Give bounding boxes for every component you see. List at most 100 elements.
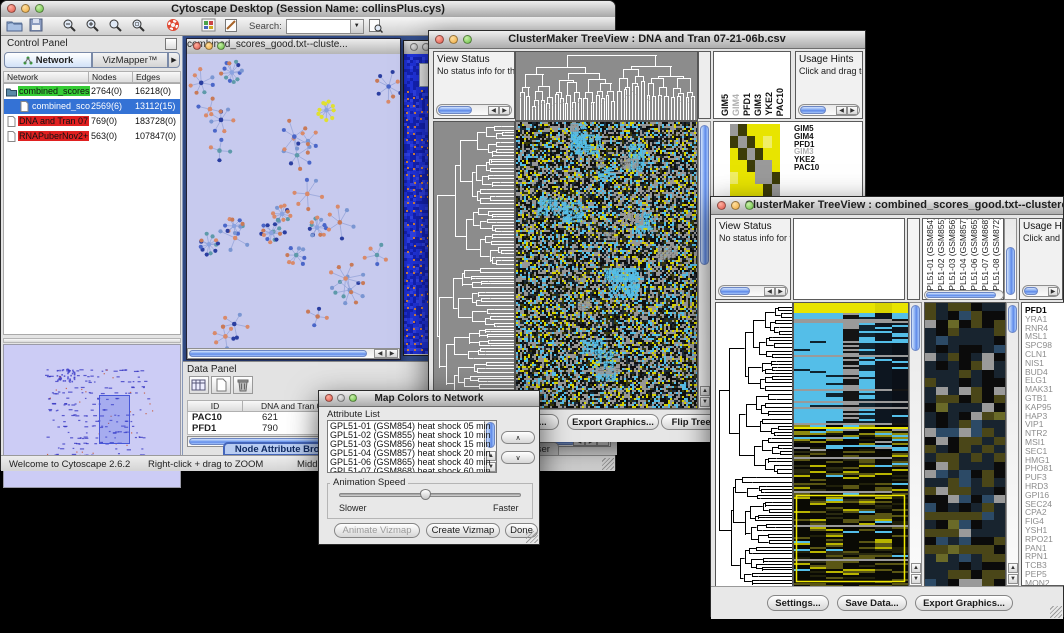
scroll-left-icon[interactable]: ◀ bbox=[836, 106, 847, 115]
attribute-list[interactable]: ▲ ▼ GPL51-01 (GSM854) heat shock 05 minG… bbox=[327, 420, 497, 473]
help-lifesaver-icon[interactable] bbox=[166, 18, 185, 34]
create-vizmap-button[interactable]: Create Vizmap bbox=[426, 523, 500, 538]
resize-grip[interactable] bbox=[526, 531, 538, 543]
column-label[interactable]: GPL51-07 (GSM868) bbox=[980, 218, 990, 297]
network-list-item[interactable]: combined_sco2569(6)13112(15) bbox=[4, 99, 180, 114]
panel-splitter[interactable] bbox=[3, 338, 181, 343]
usage-hints-hscrollbar[interactable]: ▶ bbox=[1022, 285, 1060, 297]
zoom-button[interactable] bbox=[35, 4, 44, 13]
close-button[interactable] bbox=[435, 35, 444, 44]
scroll-right-icon[interactable]: ▶ bbox=[1048, 287, 1058, 296]
network-list-item[interactable]: combined_scores2764(0)16218(0) bbox=[4, 84, 180, 99]
tv2-heatmap[interactable] bbox=[793, 302, 909, 588]
close-button[interactable] bbox=[717, 201, 726, 210]
move-up-button[interactable]: ∧ bbox=[501, 431, 535, 444]
minimize-button[interactable] bbox=[449, 35, 458, 44]
network-hscrollbar[interactable]: ◀ ▶ bbox=[187, 348, 400, 359]
new-attribute-button[interactable] bbox=[211, 376, 231, 394]
tv1-row-dendrogram[interactable] bbox=[433, 121, 515, 409]
scrollbar-thumb[interactable] bbox=[700, 125, 709, 265]
column-label[interactable]: GPL51-02 (GSM855) bbox=[936, 218, 946, 297]
delete-attribute-button[interactable] bbox=[233, 376, 253, 394]
zoom-out-icon[interactable] bbox=[62, 18, 81, 34]
scroll-right-icon[interactable]: ▶ bbox=[386, 349, 398, 358]
scroll-right-icon[interactable]: ▶ bbox=[499, 106, 510, 115]
minimize-button[interactable] bbox=[205, 42, 213, 50]
tv2-zoom-hscrollbar[interactable] bbox=[924, 290, 1004, 300]
scroll-down-icon[interactable]: ▼ bbox=[911, 574, 921, 584]
search-input[interactable]: ▼ bbox=[286, 19, 364, 34]
tv1-heatmap[interactable] bbox=[515, 121, 698, 409]
advanced-search-icon[interactable] bbox=[368, 18, 387, 34]
tv2-button-settings[interactable]: Settings... bbox=[767, 595, 829, 611]
tv1-titlebar[interactable]: ClusterMaker TreeView : DNA and Tran 07-… bbox=[429, 31, 865, 49]
dialog-titlebar[interactable]: Map Colors to Network bbox=[319, 391, 539, 407]
column-label[interactable]: GPL51-03 (GSM856) bbox=[947, 218, 957, 297]
close-button[interactable] bbox=[410, 43, 418, 51]
column-label[interactable]: GPL51-06 (GSM865) bbox=[969, 218, 979, 297]
tv2-main-vscrollbar[interactable]: ▲ ▼ bbox=[909, 302, 922, 586]
column-label[interactable]: GPL51-01 (GSM854) bbox=[925, 218, 935, 297]
close-button[interactable] bbox=[193, 42, 201, 50]
edit-document-icon[interactable] bbox=[224, 18, 243, 34]
zoom-selected-icon[interactable] bbox=[131, 18, 150, 34]
zoom-button[interactable] bbox=[745, 201, 754, 210]
minimize-button[interactable] bbox=[21, 4, 30, 13]
annotation-palette-icon[interactable] bbox=[201, 18, 220, 34]
gene-label[interactable]: PAC10 bbox=[794, 163, 819, 172]
close-button[interactable] bbox=[325, 394, 333, 402]
tv2-button-export-graphics[interactable]: Export Graphics... bbox=[915, 595, 1013, 611]
resize-grip[interactable] bbox=[1050, 606, 1062, 618]
search-dropdown-icon[interactable]: ▼ bbox=[350, 20, 363, 33]
tv2-button-save-data[interactable]: Save Data... bbox=[837, 595, 907, 611]
view-status-hscrollbar[interactable]: ◀ ▶ bbox=[718, 285, 788, 297]
tv2-column-tree-area[interactable] bbox=[793, 218, 905, 300]
network-view-titlebar[interactable]: combined_scores_good.txt--cluste... bbox=[187, 39, 400, 55]
save-icon[interactable] bbox=[29, 18, 48, 34]
tv2-zoom-heatmap[interactable] bbox=[924, 302, 1006, 588]
column-label[interactable]: GPL51-04 (GSM857) bbox=[958, 218, 968, 297]
column-label[interactable]: PAC10 bbox=[775, 88, 785, 116]
minimize-button[interactable] bbox=[337, 394, 345, 402]
select-attributes-button[interactable] bbox=[189, 376, 209, 394]
resize-grip[interactable] bbox=[602, 458, 614, 470]
scroll-up-icon[interactable]: ▲ bbox=[911, 563, 921, 573]
network-list-item[interactable]: RNAPuberNov2+563(0)107847(0) bbox=[4, 129, 180, 144]
scrollbar-thumb[interactable] bbox=[189, 350, 367, 357]
tv2-row-dendrogram[interactable] bbox=[715, 302, 793, 588]
scroll-left-icon[interactable]: ◀ bbox=[764, 287, 775, 296]
column-label[interactable]: GIM4 bbox=[731, 94, 741, 116]
tab-vizmapper[interactable]: VizMapper™ bbox=[92, 52, 168, 68]
minimize-button[interactable] bbox=[731, 201, 740, 210]
zoom-fit-icon[interactable] bbox=[108, 18, 127, 34]
tv2-zoom-vscrollbar-top[interactable] bbox=[1004, 218, 1017, 300]
scroll-down-icon[interactable]: ▼ bbox=[1008, 574, 1018, 584]
scrollbar-thumb[interactable] bbox=[911, 305, 920, 351]
tv1-button-export-graphics[interactable]: Export Graphics... bbox=[567, 414, 659, 430]
scroll-left-icon[interactable]: ◀ bbox=[488, 106, 499, 115]
animate-vizmap-button[interactable]: Animate Vizmap bbox=[334, 523, 420, 538]
tv1-similarity-matrix[interactable] bbox=[730, 124, 780, 196]
view-status-hscrollbar[interactable]: ◀ ▶ bbox=[436, 104, 512, 116]
zoom-button[interactable] bbox=[217, 42, 225, 50]
network-list-item[interactable]: DNA and Tran 07769(0)183728(0) bbox=[4, 114, 180, 129]
tab-overflow-arrow[interactable]: ▶ bbox=[168, 52, 180, 68]
network-canvas[interactable] bbox=[187, 54, 400, 348]
column-label[interactable]: GIM5 bbox=[720, 94, 730, 116]
attribute-item[interactable]: GPL51-07 (GSM868) heat shock 60 min bbox=[328, 467, 483, 473]
open-file-icon[interactable] bbox=[6, 18, 25, 34]
column-label[interactable]: YKE2 bbox=[764, 92, 774, 116]
scroll-right-icon[interactable]: ▶ bbox=[775, 287, 786, 296]
scroll-right-icon[interactable]: ▶ bbox=[847, 106, 858, 115]
tv1-column-dendrogram[interactable] bbox=[515, 51, 698, 121]
scrollbar-thumb[interactable] bbox=[1008, 305, 1017, 333]
gene-label[interactable]: MON2 bbox=[1025, 578, 1050, 586]
scroll-down-icon[interactable]: ▼ bbox=[700, 397, 710, 407]
zoom-in-icon[interactable] bbox=[85, 18, 104, 34]
zoom-button[interactable] bbox=[349, 394, 357, 402]
move-down-button[interactable]: ∨ bbox=[501, 451, 535, 464]
scroll-up-icon[interactable]: ▲ bbox=[700, 386, 710, 396]
scroll-left-icon[interactable]: ◀ bbox=[374, 349, 386, 358]
tv2-zoom-vscrollbar[interactable]: ▲ ▼ bbox=[1006, 302, 1019, 586]
float-panel-icon[interactable] bbox=[165, 38, 177, 50]
